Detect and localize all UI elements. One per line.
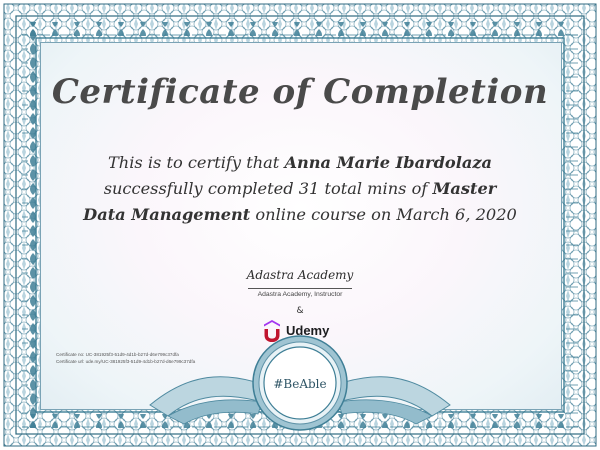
certificate-page: Certificate of Completion This is to cer…: [0, 0, 600, 450]
seal-label: #BeAble: [273, 377, 327, 391]
